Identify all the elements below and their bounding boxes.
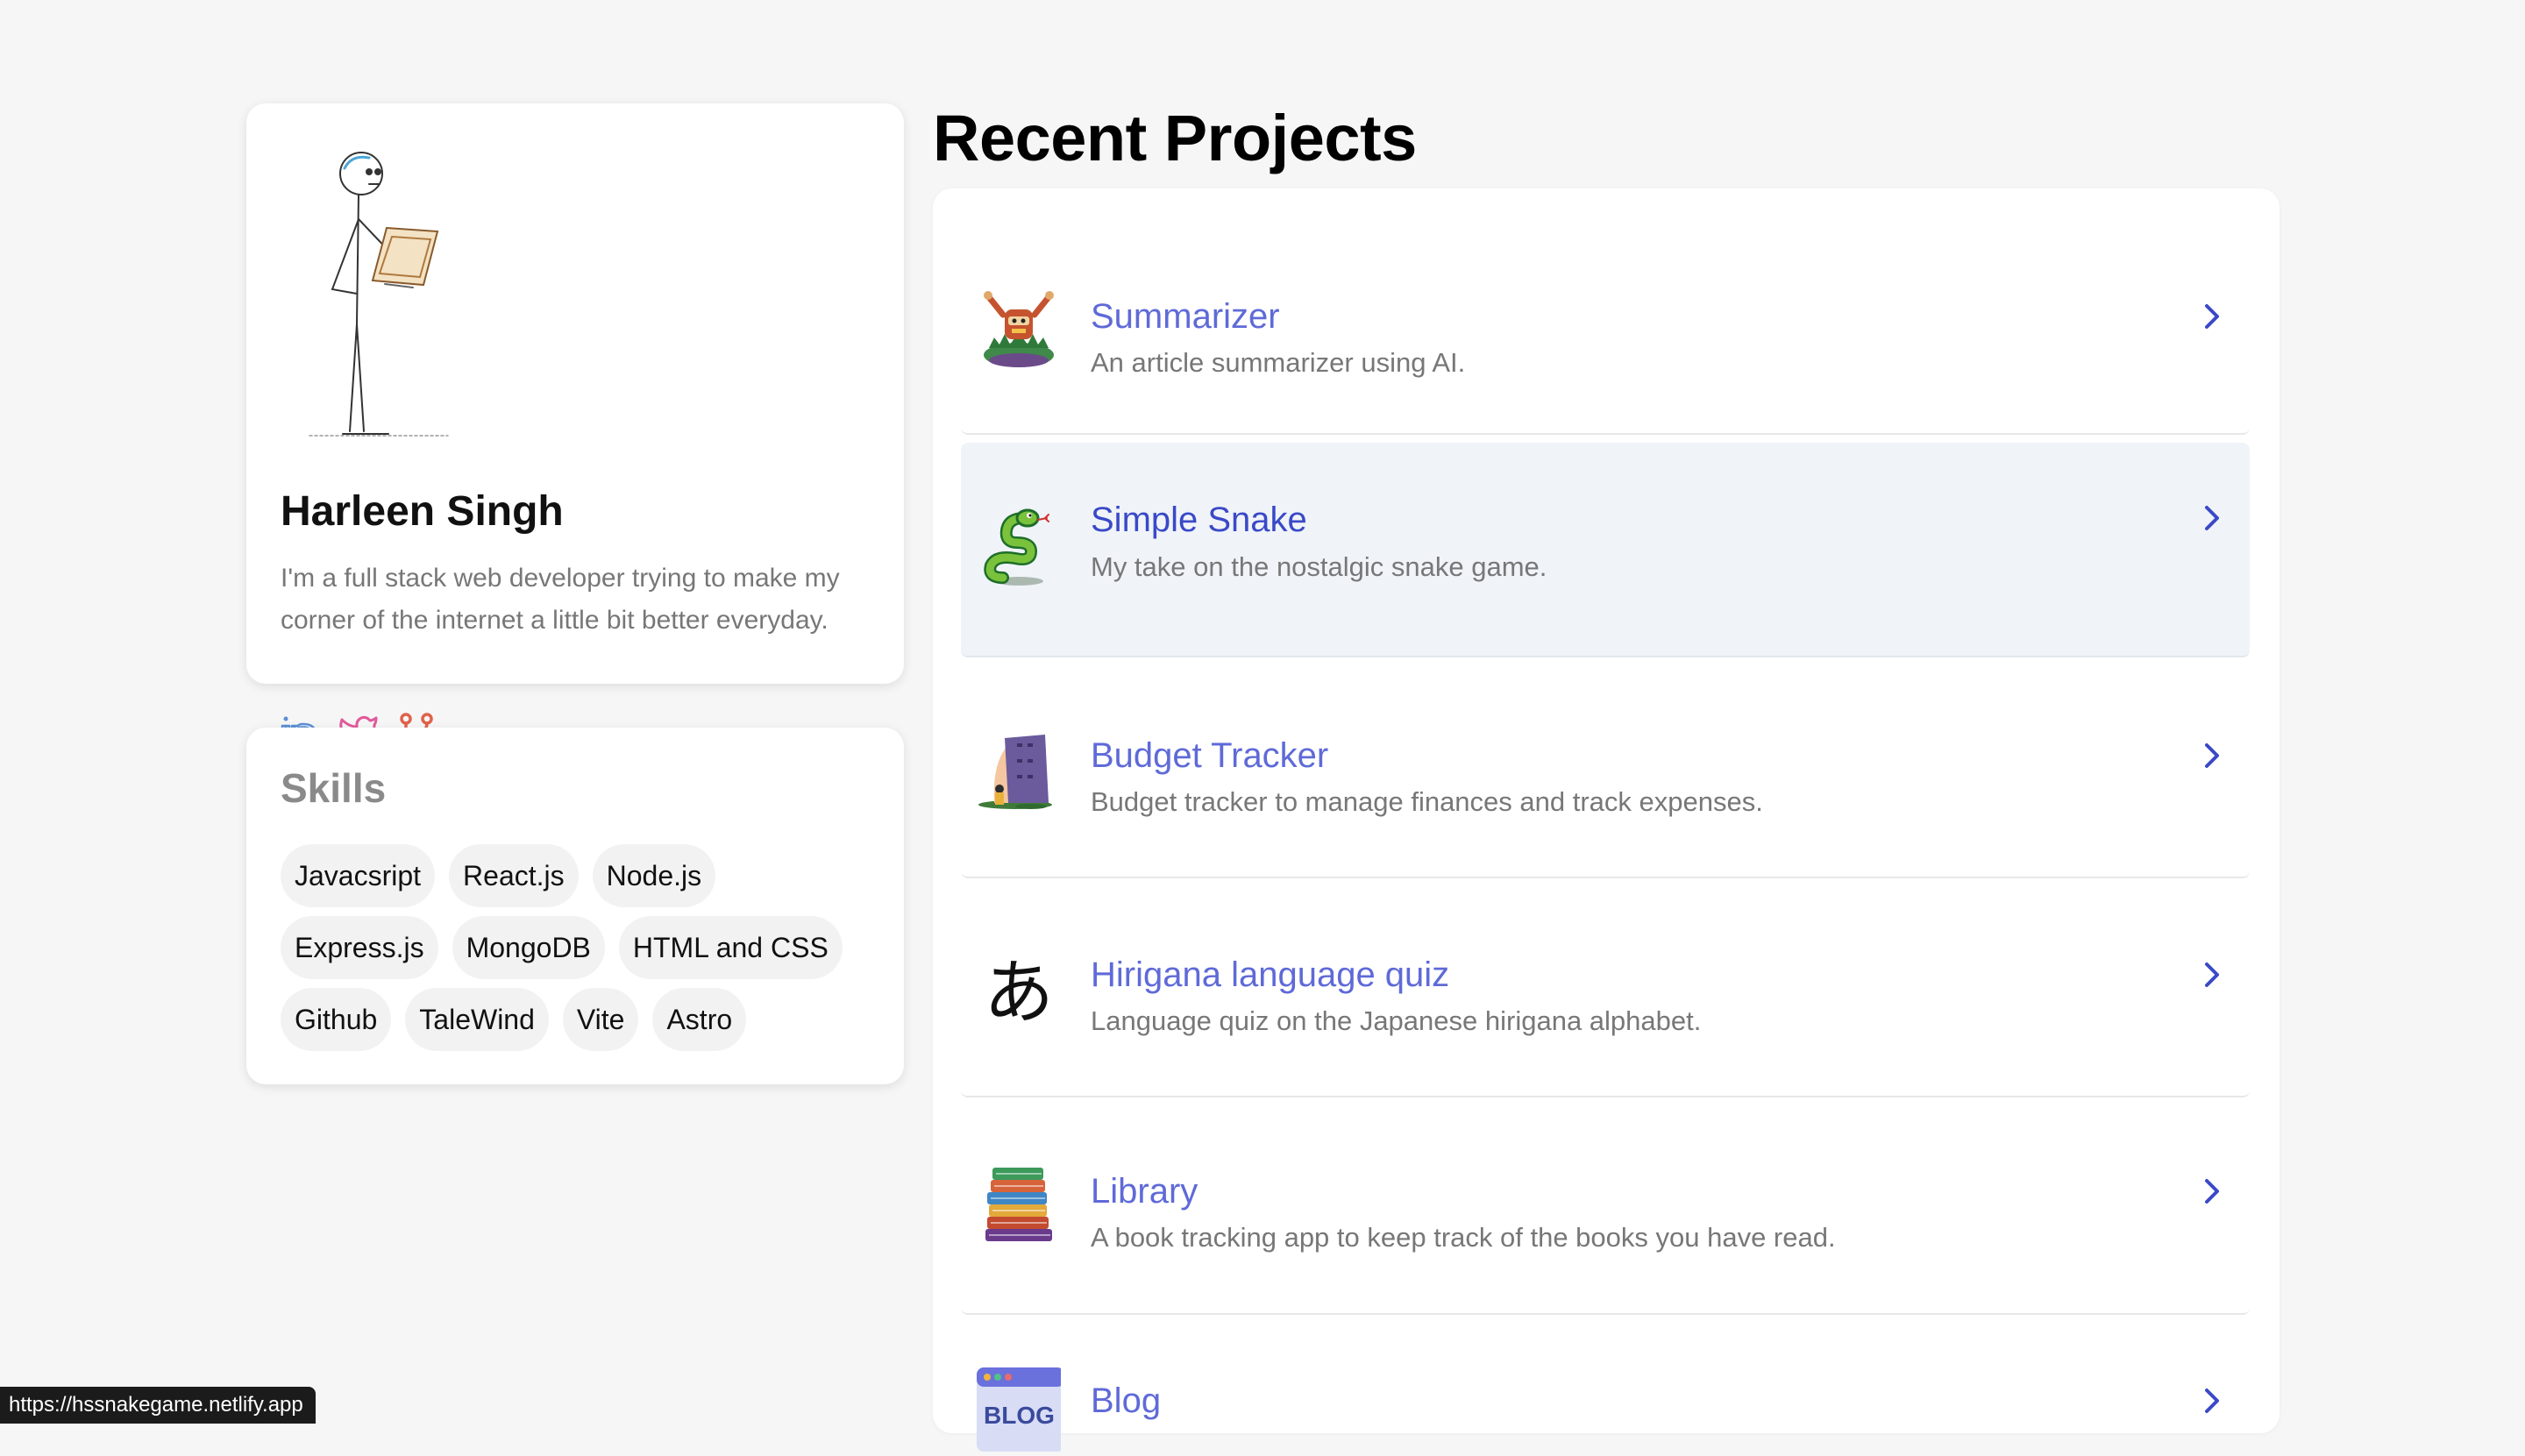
project-item-hirigana-quiz[interactable]: あ Hirigana language quiz Language quiz o… [961, 885, 2250, 1097]
skill-tag: Node.js [592, 844, 716, 907]
project-description: Budget tracker to manage finances and tr… [1091, 786, 1763, 817]
skill-tag: React.js [449, 844, 579, 907]
project-item-summarizer[interactable]: Summarizer An article summarizer using A… [961, 220, 2250, 435]
project-title[interactable]: Simple Snake [1091, 501, 1307, 540]
profile-name: Harleen Singh [281, 488, 564, 535]
skill-tag: TaleWind [405, 988, 549, 1051]
project-description: A book tracking app to keep track of the… [1091, 1222, 1836, 1253]
project-item-budget-tracker[interactable]: Budget Tracker Budget tracker to manage … [961, 666, 2250, 878]
project-description: Language quiz on the Japanese hirigana a… [1091, 1005, 1702, 1036]
project-description: My take on the nostalgic snake game. [1091, 551, 1547, 582]
avatar-illustration [308, 149, 457, 456]
skill-tag: Express.js [281, 916, 438, 979]
skill-tag: MongoDB [452, 916, 605, 979]
chevron-right-icon[interactable] [2199, 738, 2225, 773]
projects-list: Summarizer An article summarizer using A… [933, 188, 2280, 1452]
blog-icon-text: BLOG [984, 1402, 1055, 1429]
snake-icon [977, 504, 1061, 588]
tower-icon [977, 726, 1061, 810]
books-icon [977, 1162, 1061, 1246]
skill-tag: Astro [652, 988, 747, 1051]
project-title[interactable]: Blog [1091, 1381, 1161, 1421]
status-bar-url: https://hssnakegame.netlify.app [0, 1387, 316, 1424]
skill-tag: HTML and CSS [618, 916, 843, 979]
project-title[interactable]: Hirigana language quiz [1091, 955, 1449, 995]
chevron-right-icon[interactable] [2199, 1383, 2225, 1418]
project-item-simple-snake[interactable]: Simple Snake My take on the nostalgic sn… [961, 443, 2250, 657]
skills-card: Skills Javacsript React.js Node.js Expre… [246, 728, 904, 1084]
project-item-library[interactable]: Library A book tracking app to keep trac… [961, 1104, 2250, 1315]
project-title[interactable]: Library [1091, 1172, 1198, 1211]
hiragana-icon: あ [984, 954, 1054, 1032]
blog-icon: BLOG [977, 1367, 1064, 1452]
section-title-recent-projects: Recent Projects [933, 102, 1417, 174]
profile-card: Harleen Singh I'm a full stack web devel… [246, 103, 904, 750]
profile-bio: I'm a full stack web developer trying to… [281, 564, 840, 635]
skills-title: Skills [281, 765, 387, 811]
chevron-right-icon[interactable] [2199, 299, 2225, 334]
project-description: An article summarizer using AI. [1091, 347, 1466, 378]
skill-tag: Javacsript [281, 844, 436, 907]
page: Harleen Singh I'm a full stack web devel… [0, 0, 2525, 1452]
project-title[interactable]: Summarizer [1091, 297, 1280, 337]
project-item-blog[interactable]: BLOG Blog [961, 1322, 2250, 1452]
chevron-right-icon[interactable] [2199, 1174, 2225, 1209]
chevron-right-icon[interactable] [2199, 957, 2225, 992]
skills-list: Javacsript React.js Node.js Express.js M… [281, 844, 886, 1051]
chevron-right-icon[interactable] [2199, 501, 2225, 536]
project-title[interactable]: Budget Tracker [1091, 736, 1328, 776]
robot-icon [977, 287, 1061, 371]
skill-tag: Github [281, 988, 392, 1051]
skill-tag: Vite [562, 988, 639, 1051]
